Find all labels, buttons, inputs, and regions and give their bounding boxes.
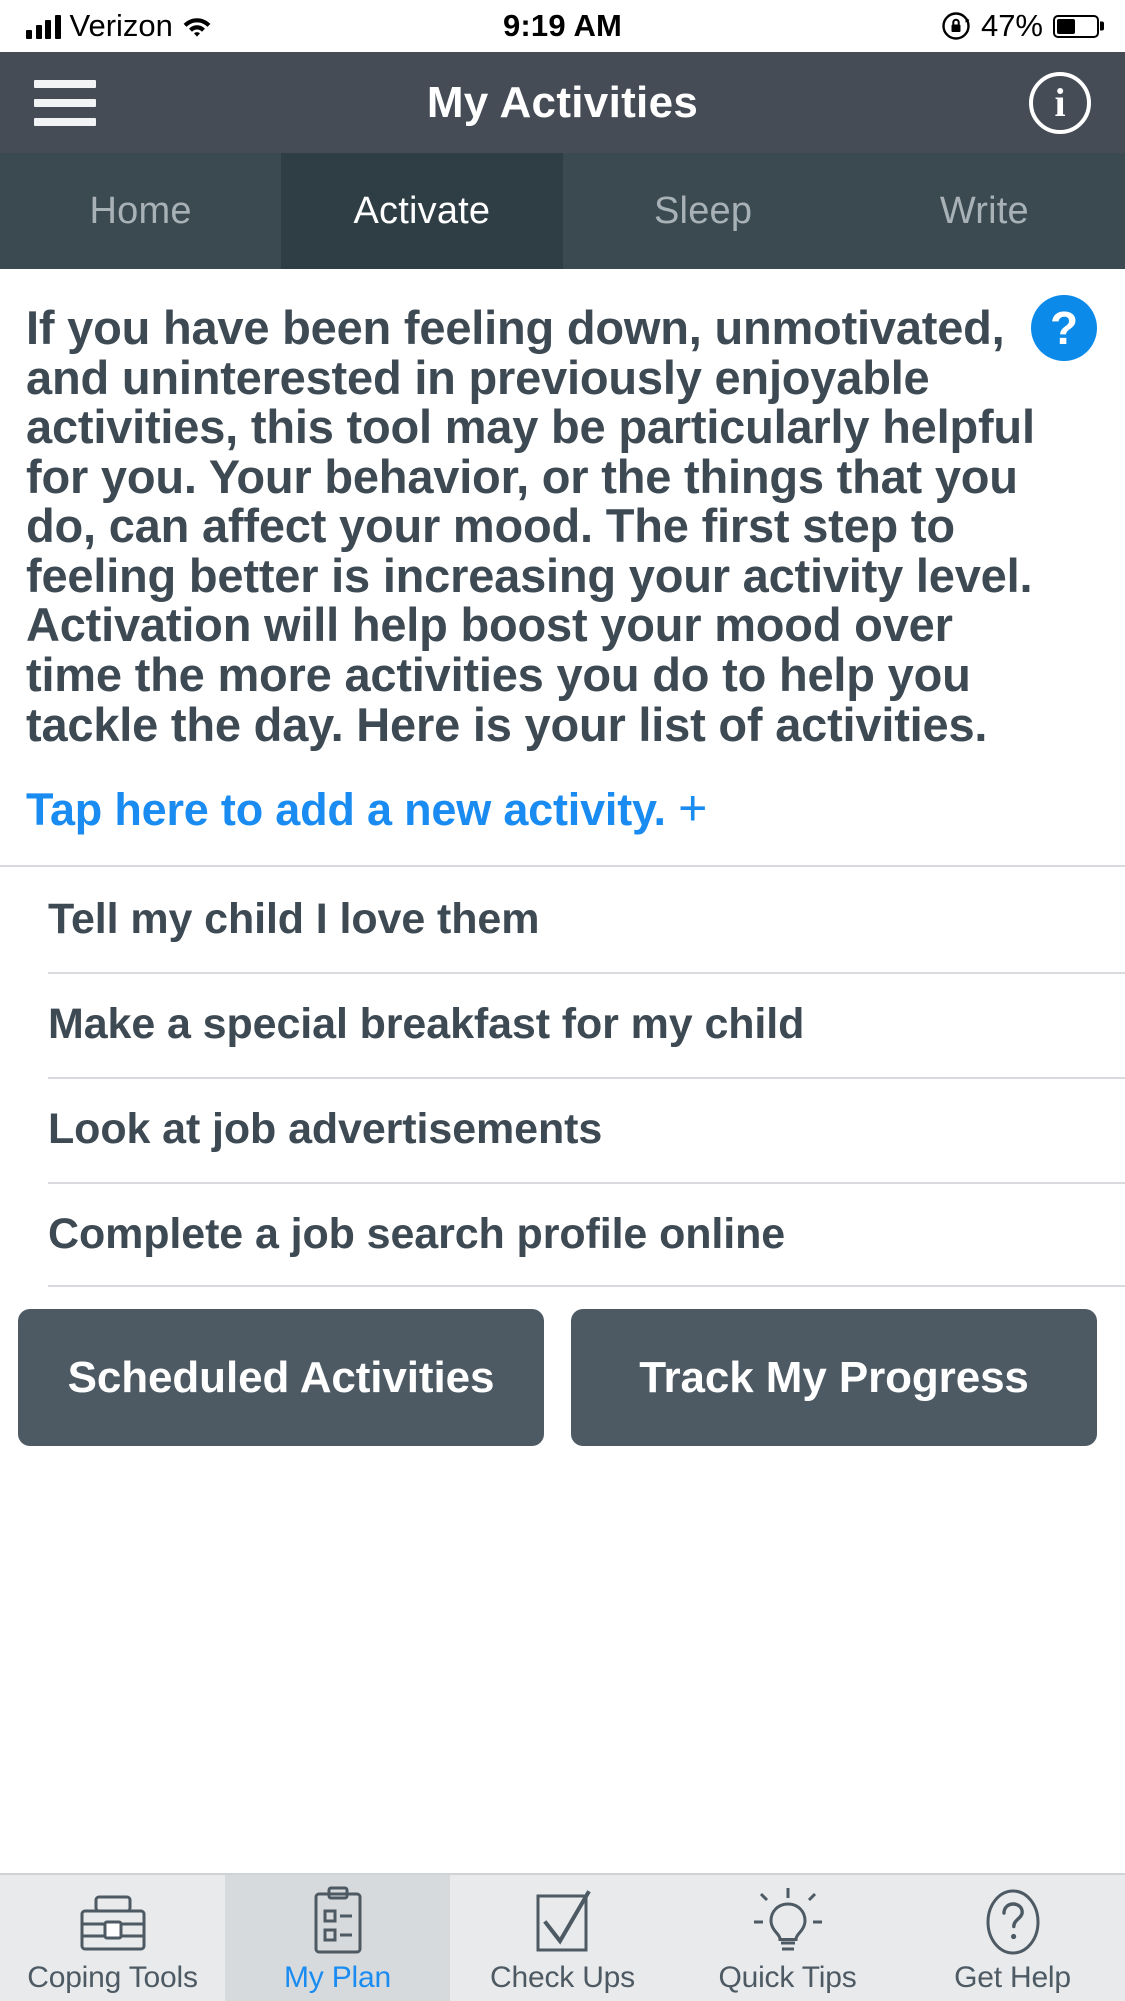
nav-label: Check Ups — [490, 1961, 635, 1994]
nav-item-check-ups[interactable]: Check Ups — [450, 1875, 675, 2001]
nav-label: Get Help — [954, 1961, 1071, 1994]
nav-item-coping-tools[interactable]: Coping Tools — [0, 1875, 225, 2001]
list-item[interactable]: Complete a job search profile online — [0, 1182, 1125, 1288]
lightbulb-icon — [751, 1883, 825, 1961]
nav-label: Quick Tips — [718, 1961, 857, 1994]
battery-percent-label: 47% — [980, 8, 1043, 43]
activity-list: Tell my child I love them Make a special… — [0, 865, 1125, 1288]
intro-paragraph: If you have been feeling down, unmotivat… — [26, 301, 1035, 751]
app-screen: Verizon 9:19 AM 47% My Activities i Home… — [0, 0, 1125, 2001]
checkmark-square-icon — [529, 1883, 597, 1961]
status-bar: Verizon 9:19 AM 47% — [0, 0, 1125, 52]
section-tab-bar: Home Activate Sleep Write — [0, 153, 1125, 269]
nav-label: My Plan — [284, 1961, 391, 1994]
toolbox-icon — [76, 1883, 150, 1961]
list-item[interactable]: Tell my child I love them — [0, 867, 1125, 972]
action-button-row: Scheduled Activities Track My Progress — [0, 1287, 1125, 1470]
clipboard-checklist-icon — [308, 1883, 368, 1961]
scheduled-activities-button[interactable]: Scheduled Activities — [18, 1309, 544, 1447]
add-activity-link[interactable]: Tap here to add a new activity. + — [0, 749, 1125, 865]
nav-item-quick-tips[interactable]: Quick Tips — [675, 1875, 900, 2001]
page-title: My Activities — [426, 77, 699, 127]
tab-write[interactable]: Write — [843, 153, 1125, 269]
list-item[interactable]: Make a special breakfast for my child — [0, 972, 1125, 1077]
info-icon[interactable]: i — [1029, 71, 1091, 134]
add-activity-label: Tap here to add a new activity. — [26, 784, 666, 836]
nav-item-my-plan[interactable]: My Plan — [225, 1875, 450, 2001]
help-icon[interactable]: ? — [1031, 295, 1097, 361]
battery-icon — [1053, 14, 1099, 38]
nav-label: Coping Tools — [27, 1961, 198, 1994]
app-header: My Activities i — [0, 52, 1125, 153]
hamburger-menu-icon[interactable] — [34, 79, 96, 126]
tab-sleep[interactable]: Sleep — [562, 153, 844, 269]
intro-section: If you have been feeling down, unmotivat… — [0, 269, 1125, 749]
status-bar-right: 47% — [941, 8, 1099, 44]
question-circle-icon — [979, 1883, 1047, 1961]
bottom-navigation-bar: Coping Tools My Plan Check Ups Quick Tip… — [0, 1873, 1125, 2001]
tab-home[interactable]: Home — [0, 153, 282, 269]
tab-activate[interactable]: Activate — [281, 153, 563, 269]
nav-item-get-help[interactable]: Get Help — [900, 1875, 1125, 2001]
plus-icon: + — [678, 780, 708, 837]
track-my-progress-button[interactable]: Track My Progress — [571, 1309, 1097, 1447]
main-content: If you have been feeling down, unmotivat… — [0, 269, 1125, 1873]
list-item[interactable]: Look at job advertisements — [0, 1077, 1125, 1182]
rotation-lock-icon — [941, 11, 971, 41]
